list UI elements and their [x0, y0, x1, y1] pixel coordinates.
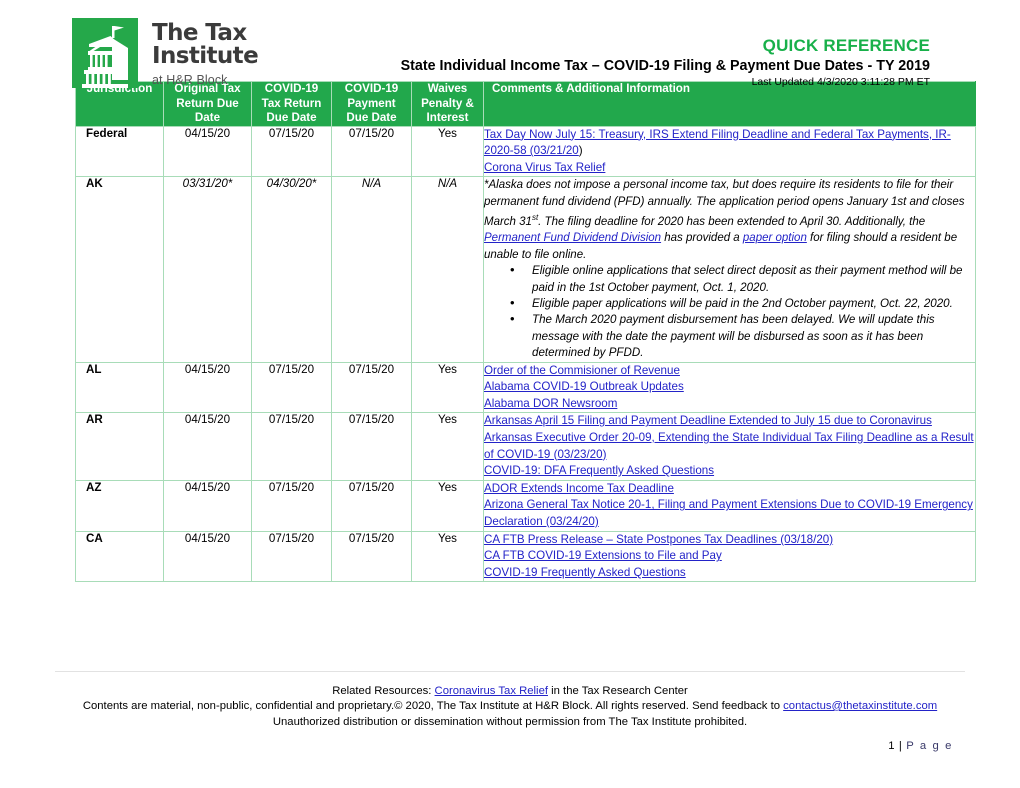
- table-row: CA 04/15/20 07/15/20 07/15/20 Yes CA FTB Pres…: [75, 530, 976, 583]
- cell-original-due-date: 04/15/20: [163, 479, 252, 532]
- logo-tagline: at H&R Block: [152, 73, 228, 87]
- copyright-line: Contents are material, non-public, confi…: [45, 699, 975, 715]
- cell-jurisdiction: AL: [75, 361, 164, 414]
- cell-covid-return-due-date: 07/15/20: [251, 479, 332, 532]
- cell-comments: ADOR Extends Income Tax Deadline Arizona …: [483, 479, 976, 532]
- cell-original-due-date: 04/15/20: [163, 412, 252, 481]
- cell-covid-payment-due-date: N/A: [331, 176, 412, 363]
- document-footer: Related Resources: Coronavirus Tax Relie…: [0, 670, 1020, 752]
- comments-paragraph: *Alaska does not impose a personal incom…: [484, 177, 975, 263]
- cell-covid-payment-due-date: 07/15/20: [331, 412, 412, 481]
- tax-institute-building-logo-icon: [72, 18, 138, 88]
- logo-title-line1: The Tax: [152, 20, 247, 46]
- comments-link[interactable]: CA FTB Press Release – State Postpones T…: [484, 532, 975, 549]
- cell-jurisdiction: Federal: [75, 125, 164, 178]
- cell-jurisdiction: CA: [75, 530, 164, 583]
- table-body: Federal 04/15/20 07/15/20 07/15/20 Yes Tax Da…: [75, 125, 976, 583]
- comments-link[interactable]: Corona Virus Tax Relief: [484, 160, 975, 177]
- cell-covid-payment-due-date: 07/15/20: [331, 125, 412, 178]
- table-row: AR 04/15/20 07/15/20 07/15/20 Yes Arkansas Ap…: [75, 412, 976, 481]
- due-dates-table: Jurisdiction Original Tax Return Due Dat…: [75, 81, 976, 583]
- page-number-word: P a g e: [906, 740, 953, 752]
- comments-bullet-item: The March 2020 payment disbursement has …: [510, 311, 975, 361]
- link-trailing-paren: ): [578, 144, 583, 158]
- cell-waives-penalty-interest: Yes: [411, 412, 484, 481]
- comments-link[interactable]: Arkansas April 15 Filing and Payment Dea…: [484, 413, 975, 430]
- table-row: AZ 04/15/20 07/15/20 07/15/20 Yes ADOR Extend…: [75, 479, 976, 532]
- cell-comments: *Alaska does not impose a personal incom…: [483, 176, 976, 363]
- permanent-fund-dividend-division-link[interactable]: Permanent Fund Dividend Division: [484, 232, 661, 244]
- related-resources-line: Related Resources: Coronavirus Tax Relie…: [45, 684, 975, 700]
- page-number-value: 1 |: [888, 740, 907, 752]
- table-row: AL 04/15/20 07/15/20 07/15/20 Yes Order of th…: [75, 361, 976, 414]
- comments-link[interactable]: Tax Day Now July 15: Treasury, IRS Exten…: [484, 128, 951, 158]
- cell-comments: Arkansas April 15 Filing and Payment Dea…: [483, 412, 976, 481]
- cell-jurisdiction: AZ: [75, 479, 164, 532]
- coronavirus-tax-relief-link[interactable]: Coronavirus Tax Relief: [435, 685, 548, 697]
- cell-original-due-date: 03/31/20*: [163, 176, 252, 363]
- comments-bullet-list: Eligible online applications that select…: [484, 262, 975, 361]
- brand-wordmark: The Tax Institute at H&R Block: [152, 18, 259, 88]
- cell-waives-penalty-interest: Yes: [411, 479, 484, 532]
- cell-covid-return-due-date: 07/15/20: [251, 125, 332, 178]
- cell-jurisdiction: AR: [75, 412, 164, 481]
- cell-comments: Tax Day Now July 15: Treasury, IRS Exten…: [483, 125, 976, 178]
- brand-logo: The Tax Institute at H&R Block: [72, 18, 259, 88]
- comments-link[interactable]: COVID-19: DFA Frequently Asked Questions: [484, 463, 975, 480]
- cell-covid-return-due-date: 07/15/20: [251, 361, 332, 414]
- table-row: Federal 04/15/20 07/15/20 07/15/20 Yes Tax Da…: [75, 125, 976, 178]
- paragraph-part-2: . The filing deadline for 2020 has been …: [538, 215, 926, 228]
- cell-covid-payment-due-date: 07/15/20: [331, 479, 412, 532]
- paragraph-part-3: has provided a: [661, 232, 743, 245]
- cell-original-due-date: 04/15/20: [163, 125, 252, 178]
- cell-waives-penalty-interest: Yes: [411, 125, 484, 178]
- cell-covid-return-due-date: 04/30/20*: [251, 176, 332, 363]
- cell-waives-penalty-interest: Yes: [411, 530, 484, 583]
- cell-covid-return-due-date: 07/15/20: [251, 530, 332, 583]
- paper-option-link[interactable]: paper option: [743, 232, 807, 244]
- related-resources-suffix: in the Tax Research Center: [547, 684, 688, 697]
- cell-waives-penalty-interest: Yes: [411, 361, 484, 414]
- cell-covid-payment-due-date: 07/15/20: [331, 361, 412, 414]
- document-page: The Tax Institute at H&R Block QUICK REF…: [0, 0, 1020, 788]
- comments-link[interactable]: Arizona General Tax Notice 20-1, Filing …: [484, 497, 975, 530]
- footer-divider: [55, 670, 965, 672]
- due-dates-table-wrapper: Jurisdiction Original Tax Return Due Dat…: [75, 81, 976, 583]
- comments-link[interactable]: COVID-19 Frequently Asked Questions: [484, 565, 975, 582]
- comments-link[interactable]: ADOR Extends Income Tax Deadline: [484, 481, 975, 498]
- cell-waives-penalty-interest: N/A: [411, 176, 484, 363]
- cell-comments: CA FTB Press Release – State Postpones T…: [483, 530, 976, 583]
- cell-covid-payment-due-date: 07/15/20: [331, 530, 412, 583]
- document-header: The Tax Institute at H&R Block QUICK REF…: [0, 0, 1020, 88]
- related-resources-prefix: Related Resources:: [332, 684, 435, 697]
- comments-link[interactable]: CA FTB COVID-19 Extensions to File and P…: [484, 548, 975, 565]
- logo-title-line2: Institute: [152, 43, 259, 69]
- comments-link[interactable]: Arkansas Executive Order 20-09, Extendin…: [484, 430, 975, 463]
- cell-original-due-date: 04/15/20: [163, 530, 252, 583]
- cell-comments: Order of the Commisioner of Revenue Alaba…: [483, 361, 976, 414]
- cell-original-due-date: 04/15/20: [163, 361, 252, 414]
- comments-link-row: Tax Day Now July 15: Treasury, IRS Exten…: [484, 127, 975, 160]
- cell-covid-return-due-date: 07/15/20: [251, 412, 332, 481]
- comments-bullet-item: Eligible online applications that select…: [510, 262, 975, 296]
- comments-bullet-item: Eligible paper applications will be paid…: [510, 295, 975, 312]
- comments-link[interactable]: Alabama DOR Newsroom: [484, 396, 975, 413]
- contact-email-link[interactable]: contactus@thetaxinstitute.com: [783, 700, 937, 712]
- comments-link[interactable]: Alabama COVID-19 Outbreak Updates: [484, 379, 975, 396]
- comments-link[interactable]: Order of the Commisioner of Revenue: [484, 363, 975, 380]
- unauthorized-notice: Unauthorized distribution or disseminati…: [272, 715, 748, 728]
- copyright-text: Contents are material, non-public, confi…: [82, 700, 784, 712]
- table-row: AK 03/31/20* 04/30/20* N/A N/A *Alaska does n…: [75, 176, 976, 363]
- page-number: 1 | P a g e: [45, 740, 975, 752]
- cell-jurisdiction: AK: [75, 176, 164, 363]
